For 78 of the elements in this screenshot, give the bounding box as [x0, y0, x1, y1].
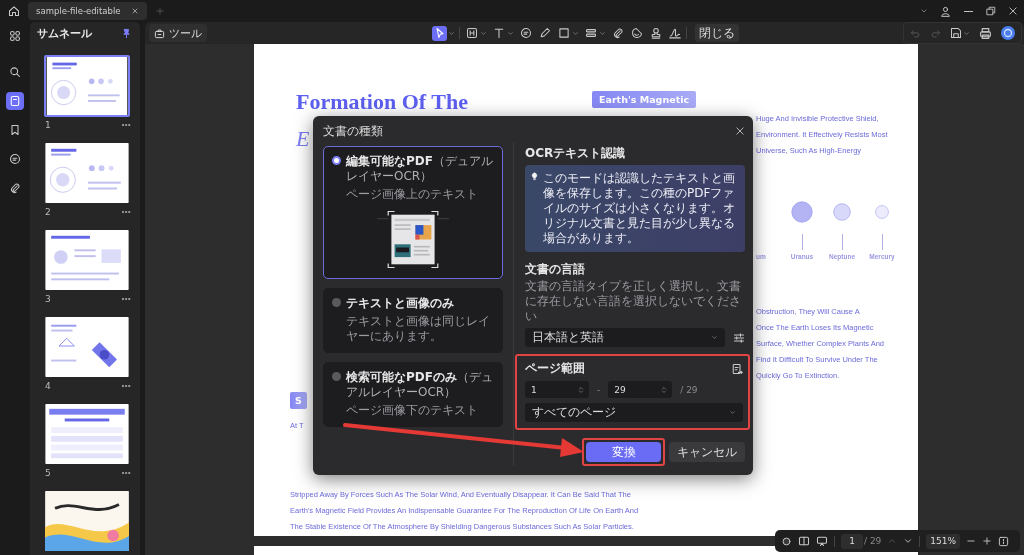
document-scan-drawing [377, 209, 449, 270]
print-icon[interactable] [979, 26, 992, 40]
page-thumbnail[interactable] [44, 142, 130, 204]
close-icon[interactable] [1008, 6, 1018, 16]
page-range-icon[interactable] [731, 362, 743, 375]
page-thumbnail[interactable] [44, 316, 130, 378]
section-heading: ページ範囲 [525, 361, 585, 376]
close-icon[interactable] [130, 7, 139, 15]
fit-page-icon[interactable] [998, 535, 1010, 547]
page-range-dropdown[interactable]: すべてのページ [525, 403, 743, 422]
page-total: / 29 [680, 384, 698, 395]
option-card[interactable]: テキストと画像のみ テキストと画像は同じレイヤーにあります。 [323, 288, 503, 353]
section-heading: S [290, 392, 307, 409]
option-title: 検索可能なPDFのみ（デュアルレイヤーOCR） [346, 370, 494, 400]
user-icon[interactable] [940, 5, 951, 17]
document-subheading: E [296, 128, 310, 150]
pin-icon[interactable] [121, 27, 132, 39]
save-icon[interactable] [950, 27, 962, 39]
home-icon[interactable] [8, 5, 20, 17]
section-heading: OCRテキスト認識 [525, 146, 627, 161]
lightbulb-icon [530, 172, 539, 181]
caret-icon[interactable] [729, 409, 736, 416]
panel-title: サムネール [37, 25, 92, 41]
page-thumbnail[interactable] [44, 490, 130, 552]
present-icon[interactable] [816, 535, 828, 547]
close-icon[interactable] [735, 126, 745, 136]
page-thumbnail[interactable] [44, 229, 130, 291]
caret-icon[interactable] [448, 29, 455, 37]
page-number: 1 [45, 120, 51, 130]
dialog-title: 文書の種類 [323, 122, 383, 140]
tools-button[interactable]: ツール [149, 24, 207, 42]
avatar-icon[interactable] [1001, 26, 1015, 40]
option-description: ページ画像上のテキスト [345, 187, 479, 202]
settings-icon[interactable] [733, 331, 745, 344]
range-separator: - [597, 384, 601, 395]
document-heading: Formation Of The [296, 88, 469, 115]
close-button[interactable]: 閉じる [695, 24, 739, 42]
radio-button[interactable] [332, 298, 341, 307]
option-card[interactable]: 編集可能なPDF（デュアルレイヤーOCR） ページ画像上のテキスト [323, 146, 503, 279]
page-thumbnail[interactable] [44, 403, 130, 465]
caret-icon[interactable] [480, 29, 487, 37]
caret-icon[interactable] [572, 29, 579, 37]
chevron-down-icon[interactable] [903, 536, 914, 546]
language-dropdown[interactable]: 日本語と英語 [525, 328, 725, 347]
toolbox-icon[interactable] [154, 27, 165, 39]
caret-icon[interactable] [963, 29, 970, 37]
zoom-field[interactable]: 151% [926, 533, 961, 549]
caret-icon[interactable] [599, 29, 606, 37]
number-field[interactable]: 1 [525, 381, 589, 398]
page-number: 2 [45, 207, 51, 217]
section-heading: Earth's Magnetic [592, 91, 697, 108]
number-field[interactable]: 29 [608, 381, 673, 398]
convert-button[interactable]: 変換 [586, 442, 661, 462]
document-tab[interactable]: sample-file-editable [28, 2, 147, 20]
page-number: 4 [45, 381, 51, 391]
option-title: テキストと画像のみ [346, 296, 454, 311]
caret-icon[interactable] [507, 29, 514, 37]
zoom-in-icon[interactable] [982, 536, 993, 546]
page-field[interactable]: 1 [841, 533, 863, 549]
page-total: / 29 [864, 536, 882, 546]
page-number: 3 [45, 294, 51, 304]
hint-text: 文書の言語タイプを正しく選択し、文書に存在しない言語を選択しないでください [525, 279, 742, 324]
radio-button[interactable] [332, 372, 341, 381]
restore-icon[interactable] [986, 6, 996, 16]
record-icon[interactable] [781, 535, 792, 547]
caret-icon[interactable] [711, 334, 718, 341]
section-heading: 文書の言語 [525, 262, 586, 277]
info-text: このモードは認識したテキストと画像を保存します。この種のPDFファイルのサイズは小さくなります。オリジナル文書と見た目が少し異なる場合があります。 [543, 171, 736, 246]
option-title: 編集可能なPDF（デュアルレイヤーOCR） [346, 154, 494, 184]
radio-button[interactable] [332, 156, 341, 165]
cancel-button[interactable]: キャンセル [669, 442, 745, 462]
option-card[interactable]: 検索可能なPDFのみ（デュアルレイヤーOCR） ページ画像下のテキスト [323, 362, 503, 427]
two-page-icon[interactable] [798, 535, 810, 547]
page-thumbnail[interactable] [44, 55, 130, 117]
chevron-down-icon[interactable] [920, 7, 928, 15]
option-description: ページ画像下のテキスト [345, 403, 479, 418]
page-number: 5 [45, 468, 51, 478]
option-description: テキストと画像は同じレイヤーにあります。 [345, 314, 491, 344]
